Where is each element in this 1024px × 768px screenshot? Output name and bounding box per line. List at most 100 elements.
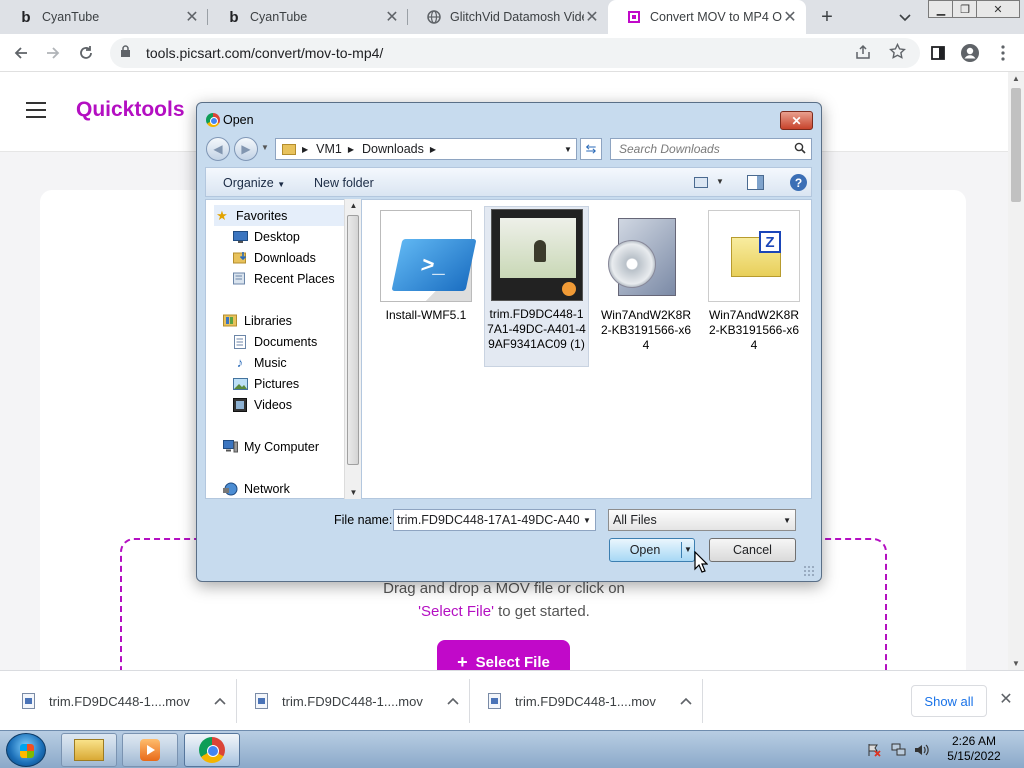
- tab-search-chevron-icon[interactable]: [893, 6, 917, 30]
- kebab-menu-icon[interactable]: [991, 41, 1015, 65]
- command-bar: Organize ▼ New folder ▼ ?: [205, 167, 812, 197]
- tab-cyantube-1[interactable]: b CyanTube ✕: [0, 0, 208, 34]
- download-item[interactable]: trim.FD9DC448-1....mov: [488, 671, 692, 731]
- breadcrumb-arrow-icon[interactable]: ▶: [302, 145, 308, 154]
- network-tray-icon[interactable]: [891, 742, 907, 758]
- close-downloads-icon[interactable]: ✕: [996, 689, 1016, 709]
- hamburger-menu-icon[interactable]: [26, 102, 46, 118]
- nav-pictures[interactable]: Pictures: [232, 373, 299, 394]
- nav-forward-icon[interactable]: ▶: [234, 137, 258, 161]
- cancel-button[interactable]: Cancel: [709, 538, 796, 562]
- nav-favorites[interactable]: ★ Favorites: [214, 205, 346, 226]
- search-icon: [794, 142, 806, 157]
- change-view-icon[interactable]: [694, 177, 708, 188]
- refresh-icon[interactable]: ⇆: [580, 138, 602, 160]
- file-name-input[interactable]: trim.FD9DC448-17A1-49DC-A401- ▼: [393, 509, 596, 531]
- show-all-button[interactable]: Show all: [911, 685, 987, 717]
- tab-cyantube-2[interactable]: b CyanTube ✕: [208, 0, 408, 34]
- breadcrumb-arrow-icon[interactable]: ▶: [430, 145, 436, 154]
- system-clock[interactable]: 2:26 AM 5/15/2022: [938, 734, 1010, 764]
- preview-pane-icon[interactable]: [747, 175, 764, 190]
- reload-icon[interactable]: [74, 41, 98, 65]
- new-tab-plus-icon[interactable]: +: [814, 4, 840, 30]
- download-item[interactable]: trim.FD9DC448-1....mov: [22, 671, 226, 731]
- recent-locations-dropdown-icon[interactable]: ▼: [261, 143, 269, 152]
- back-arrow-icon[interactable]: [9, 41, 33, 65]
- organize-menu[interactable]: Organize ▼: [223, 176, 285, 190]
- tab-close-icon[interactable]: ✕: [782, 7, 798, 27]
- window-close-icon[interactable]: ✕: [976, 0, 1020, 18]
- tab-convert-mov[interactable]: Convert MOV to MP4 On ✕: [608, 0, 806, 34]
- page-scrollbar[interactable]: ▲ ▼: [1008, 72, 1024, 670]
- share-icon[interactable]: [855, 44, 871, 63]
- dialog-address-bar[interactable]: ▶ VM1 ▶ Downloads ▶ ▼: [275, 138, 577, 160]
- nav-downloads[interactable]: Downloads: [232, 247, 316, 268]
- breadcrumb-downloads[interactable]: Downloads: [362, 142, 424, 156]
- download-item[interactable]: trim.FD9DC448-1....mov: [255, 671, 459, 731]
- nav-back-icon[interactable]: ◀: [206, 137, 230, 161]
- cyantube-favicon-icon: b: [21, 8, 31, 26]
- profile-avatar-icon[interactable]: [958, 41, 982, 65]
- scroll-down-arrow-icon[interactable]: ▼: [1008, 659, 1024, 668]
- chevron-up-icon[interactable]: [214, 694, 226, 708]
- scroll-up-arrow-icon[interactable]: ▲: [345, 201, 362, 210]
- nav-scroll-thumb[interactable]: [347, 215, 359, 465]
- tab-close-icon[interactable]: ✕: [384, 7, 400, 27]
- nav-network[interactable]: Network: [222, 478, 290, 498]
- file-name-dropdown-icon[interactable]: ▼: [579, 510, 595, 530]
- videos-icon: [232, 397, 248, 412]
- tab-close-icon[interactable]: ✕: [584, 7, 600, 27]
- forward-arrow-icon[interactable]: [41, 41, 65, 65]
- select-file-button[interactable]: + Select File: [437, 640, 570, 670]
- action-center-flag-icon[interactable]: [866, 742, 882, 758]
- scroll-up-arrow-icon[interactable]: ▲: [1008, 74, 1024, 83]
- nav-my-computer[interactable]: My Computer: [222, 436, 319, 457]
- folder-icon: [282, 143, 296, 155]
- open-button[interactable]: Open ▼: [609, 538, 695, 562]
- file-item-installer[interactable]: Win7AndW2K8R2-KB3191566-x64: [596, 208, 696, 368]
- bookmark-star-icon[interactable]: [889, 42, 906, 63]
- nav-recent-places[interactable]: Recent Places: [232, 268, 335, 289]
- nav-videos[interactable]: Videos: [232, 394, 292, 415]
- volume-icon[interactable]: [914, 742, 930, 758]
- resize-grip[interactable]: [803, 565, 815, 577]
- side-panel-icon[interactable]: [926, 41, 950, 65]
- nav-documents[interactable]: Documents: [232, 331, 317, 352]
- file-item-install-wmf[interactable]: >_ Install-WMF5.1: [376, 208, 477, 368]
- taskbar-chrome[interactable]: [184, 733, 240, 767]
- clock-time: 2:26 AM: [951, 734, 997, 748]
- open-options-dropdown-icon[interactable]: ▼: [684, 545, 692, 554]
- nav-music[interactable]: ♪ Music: [232, 352, 287, 373]
- search-placeholder: Search Downloads: [619, 142, 720, 156]
- address-bar[interactable]: tools.picsart.com/convert/mov-to-mp4/: [110, 38, 920, 68]
- chevron-up-icon[interactable]: [447, 694, 459, 708]
- file-type-select[interactable]: All Files ▼: [608, 509, 796, 531]
- taskbar-explorer[interactable]: [61, 733, 117, 767]
- breadcrumb-arrow-icon[interactable]: ▶: [348, 145, 354, 154]
- address-dropdown-icon[interactable]: ▼: [560, 139, 576, 159]
- nav-libraries[interactable]: Libraries: [222, 310, 292, 331]
- tab-close-icon[interactable]: ✕: [184, 7, 200, 27]
- file-name: Install-WMF5.1: [385, 308, 467, 322]
- minimize-icon[interactable]: ▁: [928, 0, 954, 18]
- view-options-dropdown-icon[interactable]: ▼: [716, 177, 724, 186]
- file-item-zip[interactable]: Z Win7AndW2K8R2-KB3191566-x64: [704, 208, 804, 368]
- chevron-up-icon[interactable]: [680, 694, 692, 708]
- scroll-thumb[interactable]: [1011, 88, 1021, 202]
- nav-pane-scrollbar[interactable]: ▲ ▼: [344, 199, 361, 499]
- scroll-down-arrow-icon[interactable]: ▼: [345, 488, 362, 497]
- brand-logo[interactable]: Quicktools: [76, 98, 185, 122]
- nav-desktop[interactable]: Desktop: [232, 226, 300, 247]
- new-folder-button[interactable]: New folder: [314, 176, 374, 190]
- cyantube-favicon-icon: b: [229, 8, 239, 26]
- download-filename: trim.FD9DC448-1....mov: [282, 693, 423, 709]
- file-item-trim-video[interactable]: trim.FD9DC448-17A1-49DC-A401-49AF9341AC0…: [484, 206, 589, 367]
- breadcrumb-vm1[interactable]: VM1: [316, 142, 342, 156]
- help-icon[interactable]: ?: [790, 174, 807, 191]
- taskbar-media-player[interactable]: [122, 733, 178, 767]
- restore-icon[interactable]: ❐: [952, 0, 978, 18]
- search-downloads-input[interactable]: Search Downloads: [610, 138, 812, 160]
- start-button-icon[interactable]: [6, 733, 46, 767]
- dialog-close-icon[interactable]: ✕: [780, 111, 813, 130]
- tab-glitchvid[interactable]: GlitchVid Datamosh Vide ✕: [408, 0, 608, 34]
